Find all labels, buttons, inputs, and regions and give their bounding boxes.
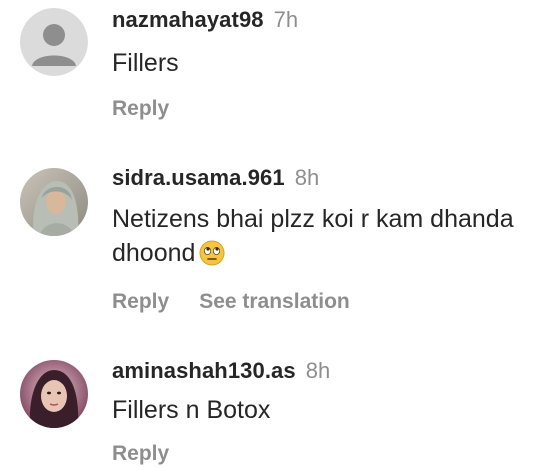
comment-body: sidra.usama.961 8h Netizens bhai plzz koi… — [112, 164, 548, 315]
reply-button[interactable]: Reply — [112, 442, 169, 465]
comment-text: Netizens bhai plzz koi r kam dhanda dhoo… — [112, 202, 548, 275]
timestamp: 8h — [294, 165, 320, 190]
comment-text-content: Fillers n Botox — [112, 396, 271, 424]
comment-actions: Reply See translation — [112, 289, 548, 315]
reply-button[interactable]: Reply — [112, 290, 169, 313]
comment-actions: Reply — [112, 441, 548, 467]
comment-meta: sidra.usama.961 8h — [112, 164, 548, 192]
eye-roll-emoji-icon — [199, 240, 225, 275]
comment-meta: nazmahayat98 7h — [112, 6, 548, 34]
timestamp: 8h — [305, 358, 331, 383]
comment-text: Fillers — [112, 46, 548, 80]
comment-body: aminashah130.as 8h Fillers n Botox Reply — [112, 357, 548, 467]
comment-meta: aminashah130.as 8h — [112, 357, 548, 385]
timestamp: 7h — [273, 7, 299, 32]
user-photo-hijab — [20, 168, 88, 236]
comment-body: nazmahayat98 7h Fillers Reply — [112, 6, 548, 122]
default-avatar-icon — [20, 8, 88, 76]
see-translation-button[interactable]: See translation — [199, 290, 350, 313]
comment-text-content: Netizens bhai plzz koi r kam dhanda dhoo… — [112, 205, 514, 267]
avatar[interactable] — [20, 168, 88, 236]
comment-actions: Reply — [112, 96, 548, 122]
avatar[interactable] — [20, 360, 88, 428]
user-photo-portrait — [20, 360, 88, 428]
reply-button[interactable]: Reply — [112, 97, 169, 120]
comment-text-content: Fillers — [112, 49, 179, 77]
username[interactable]: nazmahayat98 — [112, 7, 264, 32]
username[interactable]: aminashah130.as — [112, 358, 296, 383]
username[interactable]: sidra.usama.961 — [112, 165, 285, 190]
avatar[interactable] — [20, 8, 88, 76]
comment-text: Fillers n Botox — [112, 393, 548, 427]
